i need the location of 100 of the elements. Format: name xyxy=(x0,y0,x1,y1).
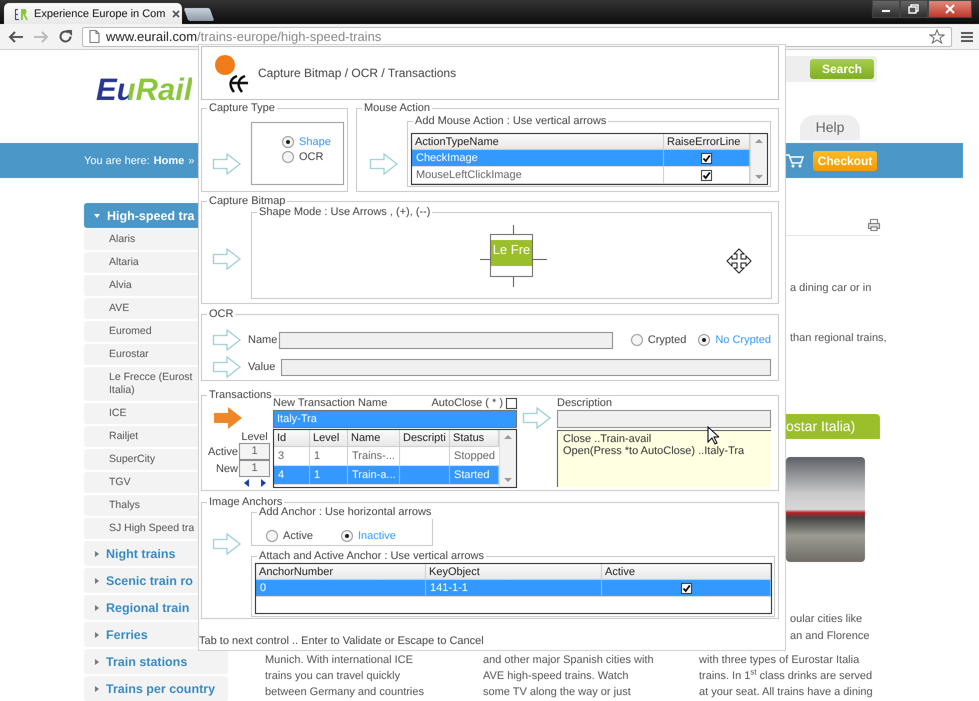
close-button[interactable] xyxy=(928,0,972,18)
caret-right-icon xyxy=(95,578,99,584)
checkbox[interactable] xyxy=(680,582,692,594)
right-arrow-icon[interactable] xyxy=(261,479,266,487)
left-arrow-icon[interactable] xyxy=(244,479,249,487)
table-cell: 0 xyxy=(256,580,426,597)
help-tab[interactable]: Help xyxy=(800,115,860,140)
scrollbar[interactable] xyxy=(750,134,767,184)
level-field[interactable]: 1 xyxy=(239,460,270,477)
column-header[interactable]: Active xyxy=(602,564,771,580)
table-cell: 4 xyxy=(274,466,310,485)
caret-right-icon xyxy=(95,658,99,664)
caret-down-icon xyxy=(94,214,100,218)
back-icon[interactable] xyxy=(8,30,24,44)
caret-right-icon xyxy=(95,550,99,556)
reload-icon[interactable] xyxy=(58,29,73,44)
text-line: some TV along the way or just xyxy=(483,685,632,700)
text-line: AVE high-speed trains. Watch xyxy=(483,669,630,684)
dialog-title: Capture Bitmap / OCR / Transactions xyxy=(258,66,456,80)
minimize-button[interactable] xyxy=(872,0,900,18)
arrow-icon xyxy=(212,355,242,379)
group-title: Add Anchor : Use horizontal arrows xyxy=(257,506,434,519)
radio-button[interactable]: OCR xyxy=(282,149,343,164)
field-label: Level xyxy=(240,431,269,443)
maximize-button[interactable] xyxy=(900,0,928,18)
text-line: Munich. With international ICE xyxy=(265,653,414,668)
input-field[interactable] xyxy=(557,410,771,428)
text-line: and other major Spanish cities with xyxy=(483,653,655,668)
arrow-icon xyxy=(522,406,552,430)
tab-title: Experience Europe in Com xyxy=(34,8,166,20)
log-line: Close ..Train-avail xyxy=(563,433,652,445)
input-field[interactable] xyxy=(279,332,613,348)
scrollbar[interactable] xyxy=(499,430,516,487)
favicon-icon xyxy=(14,6,28,20)
column-header[interactable]: ActionTypeName xyxy=(412,134,664,150)
text-fragment: oular cities like xyxy=(789,612,864,627)
table-cell: Train-a... xyxy=(348,466,400,485)
text-line: at your seat. All trains have a dining xyxy=(699,685,874,700)
arrow-icon xyxy=(212,328,242,352)
column-header[interactable]: Name xyxy=(348,430,400,447)
cart-icon[interactable] xyxy=(785,152,805,168)
text-line: with three types of Eurostar Italia xyxy=(699,653,860,668)
radio-button[interactable]: Active xyxy=(266,528,341,543)
field-label: AutoClose ( * ) xyxy=(431,397,503,409)
new-tab-button[interactable] xyxy=(184,8,214,21)
group-title: Capture Bitmap xyxy=(207,195,288,208)
table-cell: 141-1-1 xyxy=(426,580,602,597)
move-icon[interactable] xyxy=(725,248,753,274)
text-fragment: an and Florence xyxy=(789,629,870,644)
checkbox[interactable] xyxy=(701,152,712,164)
arrow-icon xyxy=(369,152,399,176)
breadcrumb-separator: » xyxy=(188,154,194,166)
restore-icon xyxy=(908,4,920,14)
column-header[interactable]: KeyObject xyxy=(426,564,602,580)
column-header[interactable]: Descripti xyxy=(400,430,450,447)
column-header[interactable]: AnchorNumber xyxy=(256,564,426,580)
field-label: New Transaction Name xyxy=(273,397,388,409)
table-row[interactable]: MouseLeftClickImage xyxy=(412,167,750,184)
table-cell: CheckImage xyxy=(412,150,664,167)
menu-icon[interactable] xyxy=(961,30,973,42)
input-field[interactable] xyxy=(281,358,771,376)
star-icon[interactable] xyxy=(929,29,945,44)
arrow-icon xyxy=(212,152,242,176)
table-cell: 1 xyxy=(310,466,348,485)
field-label: Description xyxy=(557,396,614,410)
text-line: trains. In 1$^{st}$ class drinks are served xyxy=(699,668,874,684)
caret-right-icon xyxy=(95,632,99,638)
text-line: trains you can travel quickly xyxy=(265,669,402,684)
text-fragment: a dining car or in xyxy=(789,281,872,296)
field-label: Name xyxy=(248,334,278,346)
mouse-pointer-icon xyxy=(707,426,719,445)
log-line: Open(Press *to AutoClose) ..Italy-Tra xyxy=(563,445,744,457)
printer-icon[interactable] xyxy=(868,219,880,231)
page-icon xyxy=(89,30,100,43)
table-cell: MouseLeftClickImage xyxy=(412,167,664,184)
text-fragment: than regional trains, xyxy=(789,331,888,346)
browser-tab[interactable]: Experience Europe in Com xyxy=(4,3,182,24)
section-banner: ostar Italia) xyxy=(786,414,880,439)
close-icon xyxy=(945,4,955,14)
address-bar[interactable]: www.eurail.com/trains-europe/high-speed-trains xyxy=(82,26,952,46)
caret-right-icon xyxy=(95,604,99,610)
checkbox[interactable] xyxy=(701,170,712,180)
checkbox[interactable] xyxy=(506,398,517,408)
group-title: Capture Type xyxy=(207,102,277,115)
arrow-icon xyxy=(212,532,242,556)
url-text: www.eurail.com/trains-europe/high-speed-trains xyxy=(106,29,382,44)
column-header[interactable]: RaiseErrorLine xyxy=(664,134,750,150)
field-label: Value xyxy=(248,361,276,373)
close-icon[interactable] xyxy=(171,8,182,18)
group-title: Shape Mode : Use Arrows , (+), (--) xyxy=(257,206,432,219)
level-field[interactable]: 1 xyxy=(239,443,270,460)
column-header[interactable]: Id xyxy=(274,430,310,447)
radio-button[interactable]: Crypted xyxy=(630,332,686,348)
column-header[interactable]: Level xyxy=(310,430,348,447)
arrow-icon xyxy=(212,247,242,271)
text-line: between Germany and countries xyxy=(265,685,425,700)
column-header[interactable]: Status xyxy=(450,430,499,447)
caret-right-icon xyxy=(95,686,99,692)
breadcrumb-label: You are here: xyxy=(84,154,150,166)
image-text: Le Fre xyxy=(492,242,530,259)
